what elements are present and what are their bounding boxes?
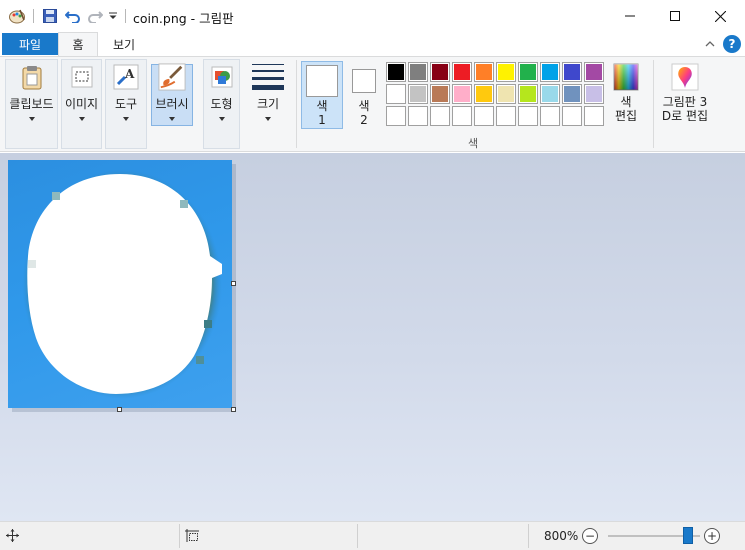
color2-label[interactable]: 색2 <box>344 99 384 127</box>
redo-icon[interactable] <box>86 7 104 25</box>
undo-icon[interactable] <box>64 7 82 25</box>
palette-color-swatch[interactable] <box>540 84 560 104</box>
edit-colors-button[interactable]: 색 편집 <box>607 63 645 123</box>
tab-view[interactable]: 보기 <box>104 32 144 56</box>
cursor-position-icon <box>6 529 19 545</box>
palette-custom-slot[interactable] <box>452 106 472 126</box>
palette-color-swatch[interactable] <box>584 62 604 82</box>
palette-color-swatch[interactable] <box>584 84 604 104</box>
selection-icon <box>68 63 96 91</box>
title-bar: coin.png - 그림판 <box>0 0 745 32</box>
palette-color-swatch[interactable] <box>474 84 494 104</box>
help-button[interactable]: ? <box>723 35 741 53</box>
status-bar: 800% − + <box>0 521 745 550</box>
maximize-button[interactable] <box>652 0 698 32</box>
palette-custom-slot[interactable] <box>584 106 604 126</box>
selection-size-icon <box>185 529 199 545</box>
color1-swatch[interactable] <box>306 65 338 97</box>
save-icon[interactable] <box>41 7 59 25</box>
palette-color-swatch[interactable] <box>430 84 450 104</box>
zoom-in-button[interactable]: + <box>704 528 720 544</box>
customize-dropdown-icon[interactable] <box>106 7 120 25</box>
palette-color-swatch[interactable] <box>518 62 538 82</box>
palette-custom-slot[interactable] <box>518 106 538 126</box>
svg-text:A: A <box>124 67 135 81</box>
palette-color-swatch[interactable] <box>496 84 516 104</box>
palette-color-swatch[interactable] <box>518 84 538 104</box>
palette-color-swatch[interactable] <box>474 62 494 82</box>
shapes-icon <box>208 63 236 91</box>
palette-color-swatch[interactable] <box>386 84 406 104</box>
chevron-up-icon <box>705 41 715 47</box>
coin-image <box>22 169 222 399</box>
palette-color-swatch[interactable] <box>408 84 428 104</box>
edit-with-paint3d-button[interactable]: 그림판 3 D로 편집 <box>657 63 713 123</box>
brushes-button[interactable]: 브러시 <box>151 63 193 121</box>
shapes-button[interactable]: 도형 <box>203 63 240 121</box>
image-button[interactable]: 이미지 <box>61 63 102 121</box>
ribbon-collapse-button[interactable] <box>703 37 717 51</box>
rainbow-palette-icon <box>612 63 640 91</box>
ribbon-tabs: 파일 홈 보기 <box>0 32 745 56</box>
palette-custom-slot[interactable] <box>562 106 582 126</box>
maximize-icon <box>670 11 680 21</box>
close-icon <box>714 10 726 22</box>
text-tool-icon: A <box>112 63 140 91</box>
image-canvas[interactable] <box>8 160 232 408</box>
clipboard-icon <box>18 63 46 91</box>
palette-color-swatch[interactable] <box>540 62 560 82</box>
palette-color-swatch[interactable] <box>452 84 472 104</box>
zoom-slider-thumb[interactable] <box>683 527 694 544</box>
tab-file[interactable]: 파일 <box>2 33 58 55</box>
palette-color-swatch[interactable] <box>386 62 406 82</box>
resize-handle-bottom[interactable] <box>117 407 122 412</box>
resize-handle-corner[interactable] <box>231 407 236 412</box>
palette-custom-slot[interactable] <box>408 106 428 126</box>
palette-custom-slot[interactable] <box>386 106 406 126</box>
palette-custom-slot[interactable] <box>540 106 560 126</box>
palette-color-swatch[interactable] <box>562 84 582 104</box>
tools-button[interactable]: A 도구 <box>105 63 147 121</box>
size-button[interactable]: 크기 <box>249 63 287 121</box>
paint3d-icon <box>671 63 699 91</box>
palette-color-swatch[interactable] <box>408 62 428 82</box>
tab-home[interactable]: 홈 <box>58 32 98 56</box>
zoom-level: 800% <box>544 529 579 543</box>
colors-group-caption: 색 <box>468 137 479 150</box>
palette-custom-slot[interactable] <box>496 106 516 126</box>
color2-swatch[interactable] <box>352 69 376 93</box>
brush-icon <box>158 63 186 91</box>
minimize-button[interactable] <box>607 0 653 32</box>
minimize-icon <box>625 15 635 17</box>
line-size-icon <box>252 63 284 91</box>
palette-custom-slot[interactable] <box>430 106 450 126</box>
zoom-out-button[interactable]: − <box>582 528 598 544</box>
resize-handle-right[interactable] <box>231 281 236 286</box>
palette-color-swatch[interactable] <box>430 62 450 82</box>
color1-label[interactable]: 색1 <box>301 99 343 127</box>
palette-color-swatch[interactable] <box>452 62 472 82</box>
palette-color-swatch[interactable] <box>496 62 516 82</box>
window-title: coin.png - 그림판 <box>133 11 234 26</box>
paint-app-icon[interactable] <box>8 7 26 25</box>
clipboard-button[interactable]: 클립보드 <box>6 63 57 121</box>
close-button[interactable] <box>697 0 743 32</box>
palette-custom-slot[interactable] <box>474 106 494 126</box>
palette-color-swatch[interactable] <box>562 62 582 82</box>
